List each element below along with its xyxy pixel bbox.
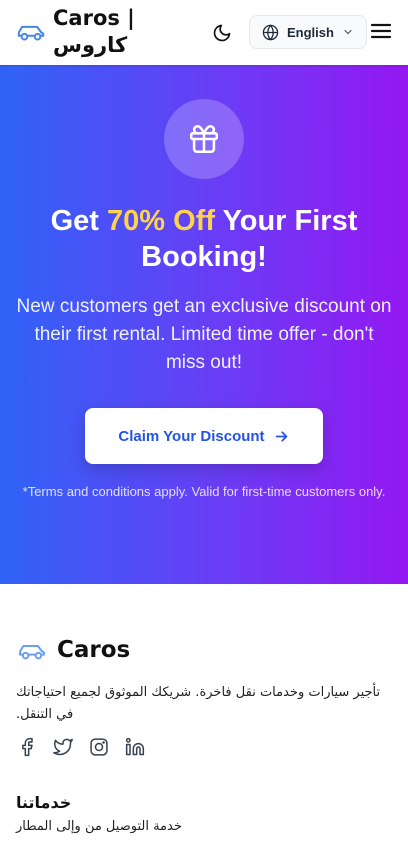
moon-icon xyxy=(213,24,231,42)
facebook-link[interactable] xyxy=(16,736,38,758)
instagram-icon xyxy=(90,738,108,756)
promo-subtitle: New customers get an exclusive discount … xyxy=(16,296,392,373)
promo-discount: 70% Off xyxy=(107,205,216,237)
promo-title: Get 70% Off Your First Booking! xyxy=(20,203,388,275)
twitter-link[interactable] xyxy=(52,736,74,758)
top-header: Caros | كاروس English xyxy=(0,0,408,65)
social-links xyxy=(16,736,146,758)
promo-title-prefix: Get xyxy=(50,205,99,237)
promo-banner: Get 70% Off Your First Booking! New cust… xyxy=(0,65,408,584)
theme-toggle-button[interactable] xyxy=(209,20,235,46)
footer-brand: Caros xyxy=(57,637,131,663)
globe-icon xyxy=(262,23,279,41)
claim-discount-label: Claim Your Discount xyxy=(118,427,265,445)
instagram-link[interactable] xyxy=(88,736,110,758)
terms-note: *Terms and conditions apply. Valid for f… xyxy=(22,484,386,499)
brand-name[interactable]: Caros | كاروس xyxy=(53,5,153,59)
services-heading: خدماتنا xyxy=(16,793,72,812)
facebook-icon xyxy=(22,737,33,757)
chevron-down-icon xyxy=(344,29,352,35)
car-icon xyxy=(19,644,45,660)
gift-badge xyxy=(164,99,244,179)
claim-discount-button[interactable]: Claim Your Discount xyxy=(85,408,323,464)
footer-description: تأجير سيارات وخدمات نقل فاخرة. شريكك الم… xyxy=(16,685,381,722)
service-link-airport[interactable]: خدمة التوصيل من وإلى المطار xyxy=(16,819,182,834)
linkedin-link[interactable] xyxy=(124,736,146,758)
hamburger-menu-icon[interactable] xyxy=(369,19,393,43)
arrow-right-icon xyxy=(275,430,287,442)
language-label: English xyxy=(287,24,334,40)
language-selector[interactable]: English xyxy=(249,15,367,49)
linkedin-icon xyxy=(125,737,145,756)
twitter-icon xyxy=(53,738,73,756)
gift-icon xyxy=(189,124,219,154)
car-icon xyxy=(17,25,45,41)
